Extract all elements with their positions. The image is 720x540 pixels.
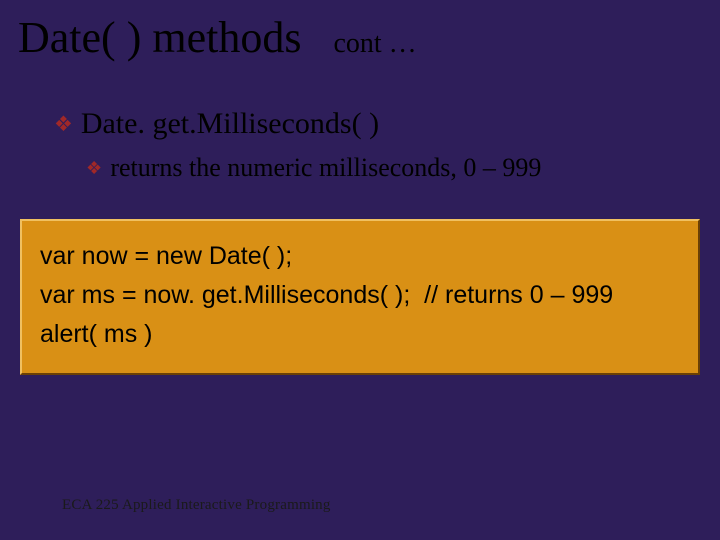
- slide-title: Date( ) methods: [18, 12, 301, 63]
- title-row: Date( ) methods cont …: [0, 12, 720, 63]
- code-line: var now = new Date( );: [40, 237, 680, 276]
- code-box: var now = new Date( ); var ms = now. get…: [20, 219, 700, 375]
- code-line: alert( ms ): [40, 315, 680, 354]
- bullet-list: ❖ Date. get.Milliseconds( ) ❖ returns th…: [0, 107, 720, 183]
- bullet-level2: ❖ returns the numeric milliseconds, 0 – …: [86, 153, 720, 183]
- diamond-icon: ❖: [86, 158, 102, 179]
- diamond-icon: ❖: [54, 112, 73, 137]
- slide: Date( ) methods cont … ❖ Date. get.Milli…: [0, 0, 720, 540]
- bullet-level1-text: Date. get.Milliseconds( ): [81, 107, 379, 141]
- slide-title-cont: cont …: [333, 28, 416, 60]
- code-line: var ms = now. get.Milliseconds( ); // re…: [40, 276, 680, 315]
- bullet-level1: ❖ Date. get.Milliseconds( ): [54, 107, 720, 141]
- bullet-level2-text: returns the numeric milliseconds, 0 – 99…: [110, 153, 541, 183]
- footer-text: ECA 225 Applied Interactive Programming: [62, 497, 331, 514]
